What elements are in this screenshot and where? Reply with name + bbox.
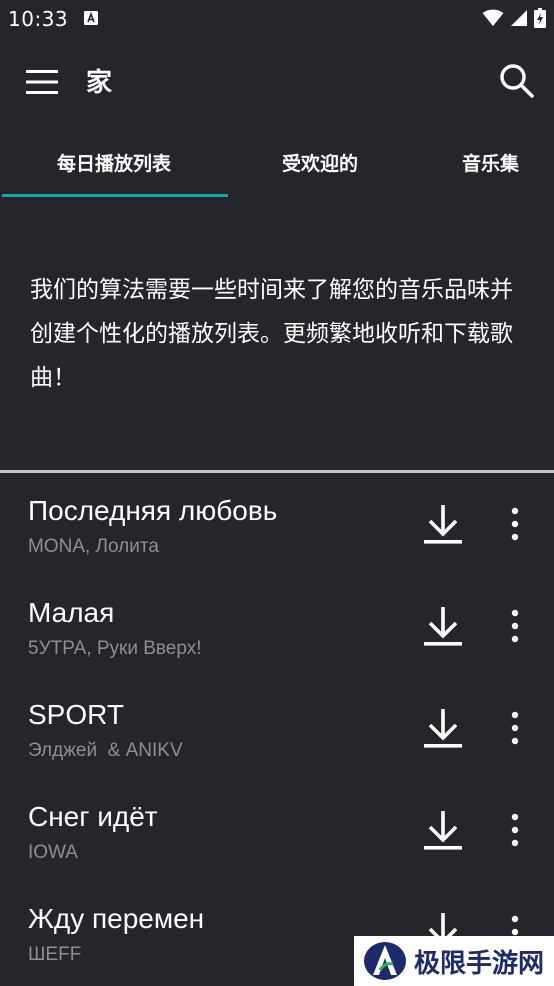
download-icon[interactable]	[420, 501, 466, 549]
download-icon[interactable]	[420, 705, 466, 753]
more-options-icon[interactable]	[500, 608, 530, 644]
playlist-info-message: 我们的算法需要一些时间来了解您的音乐品味并创建个性化的播放列表。更频繁地收听和下…	[30, 277, 513, 391]
tab-bar: 每日播放列表 受欢迎的 音乐集	[0, 126, 554, 198]
song-artist: Элджей & ANIKV	[28, 740, 183, 761]
tab-daily-playlist[interactable]: 每日播放列表	[0, 126, 228, 198]
song-artist: MONA, Лолита	[28, 536, 159, 557]
song-artist: IOWA	[28, 842, 78, 863]
song-title: Малая	[28, 597, 115, 628]
page-title: 家	[86, 68, 113, 98]
app-screen: 10:33 家 每日播放列表 受欢迎的 音乐集 我们的算法需要一些时间来了解您的…	[0, 0, 554, 986]
watermark-logo-icon	[364, 942, 406, 980]
a-notification-icon	[84, 11, 98, 25]
song-artist: 5УТРА, Руки Вверх!	[28, 638, 202, 659]
battery-icon	[534, 8, 546, 28]
song-title: Жду перемен	[28, 903, 205, 934]
watermark-text: 极限手游网	[414, 948, 545, 979]
status-bar: 10:33	[0, 0, 554, 36]
more-options-icon[interactable]	[500, 710, 530, 746]
download-icon[interactable]	[420, 603, 466, 651]
site-watermark: 极限手游网	[354, 936, 554, 986]
tab-music-collection[interactable]: 音乐集	[412, 126, 554, 198]
song-title: Последняя любовь	[28, 495, 278, 526]
tab-popular[interactable]: 受欢迎的	[228, 126, 412, 198]
download-icon[interactable]	[420, 807, 466, 855]
status-icons	[482, 8, 546, 28]
more-options-icon[interactable]	[500, 812, 530, 848]
cell-signal-icon	[511, 10, 527, 26]
song-row[interactable]: Малая 5УТРА, Руки Вверх!	[0, 575, 554, 677]
more-options-icon[interactable]	[500, 506, 530, 542]
song-title: SPORT	[28, 699, 124, 730]
song-row[interactable]: Снег идёт IOWA	[0, 779, 554, 881]
song-row[interactable]: SPORT Элджей & ANIKV	[0, 677, 554, 779]
app-toolbar: 家	[0, 36, 554, 126]
hamburger-menu-icon[interactable]	[24, 64, 60, 100]
wifi-icon	[482, 9, 504, 26]
song-title: Снег идёт	[28, 801, 158, 832]
tab-selected-indicator	[2, 194, 228, 197]
search-icon[interactable]	[498, 62, 536, 100]
song-row[interactable]: Последняя любовь MONA, Лолита	[0, 473, 554, 575]
song-artist: ШЕFF	[28, 944, 82, 965]
status-time: 10:33	[8, 7, 69, 31]
